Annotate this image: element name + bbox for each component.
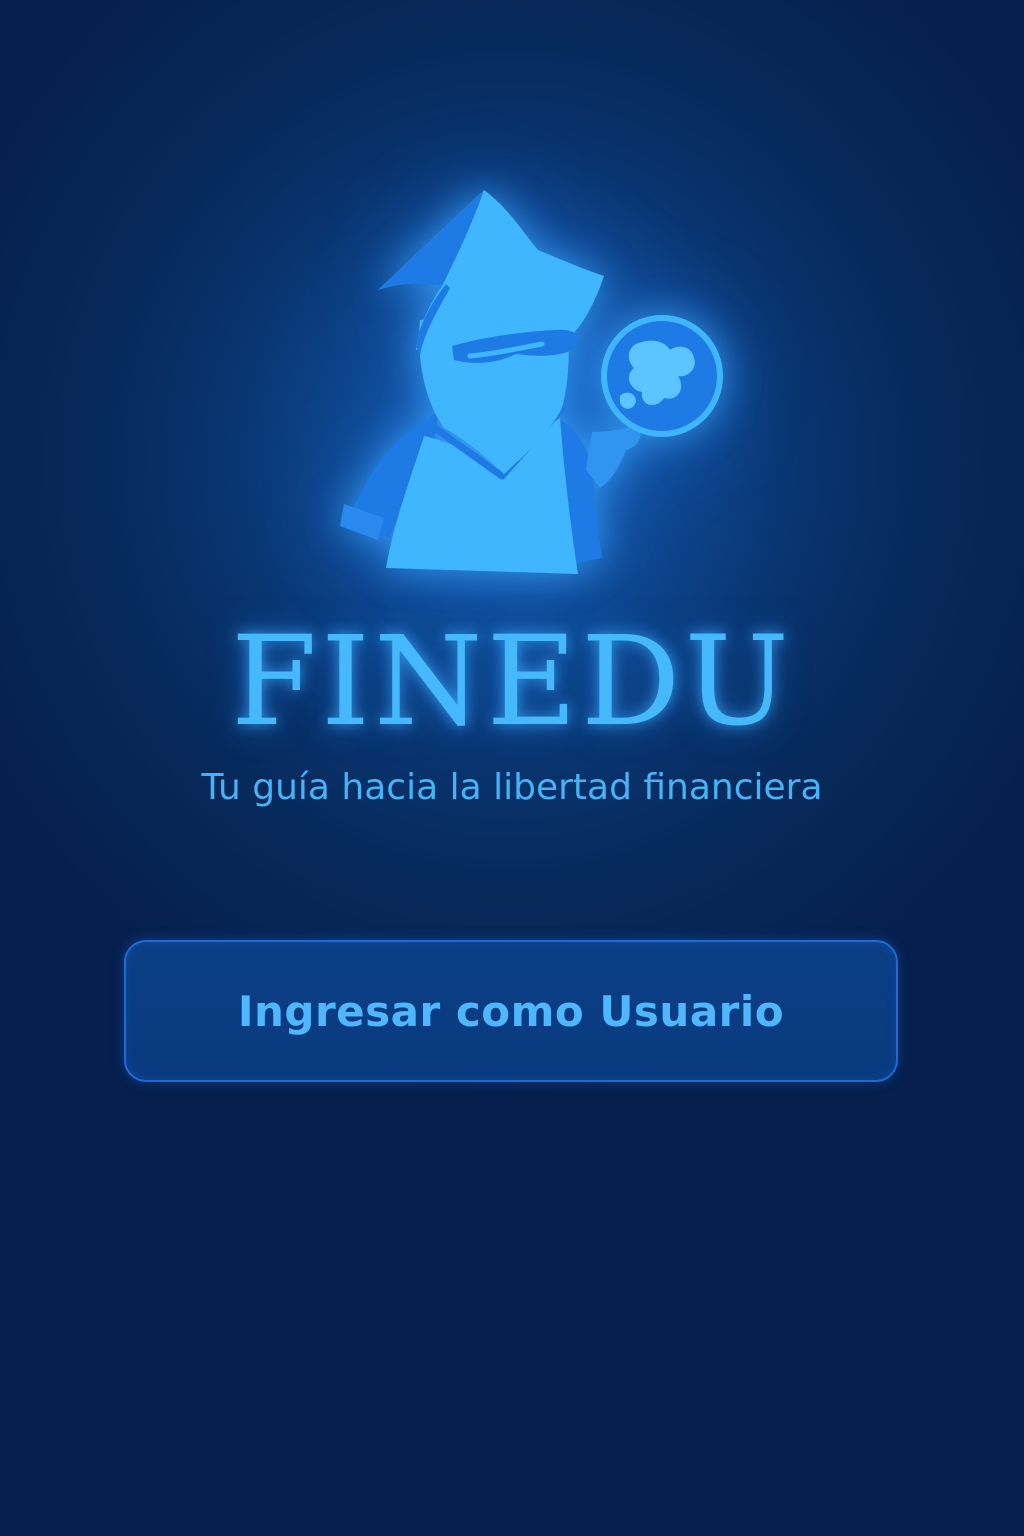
login-button-label: Ingresar como Usuario <box>237 986 785 1036</box>
app-tagline: Tu guía hacia la libertad financiera <box>201 767 823 808</box>
login-as-user-button[interactable]: Ingresar como Usuario <box>124 940 898 1082</box>
app-title: FINEDU <box>231 610 793 754</box>
welcome-screen: FINEDU Tu guía hacia la libertad financi… <box>0 0 1024 1536</box>
wizard-with-globe-icon <box>320 170 740 600</box>
